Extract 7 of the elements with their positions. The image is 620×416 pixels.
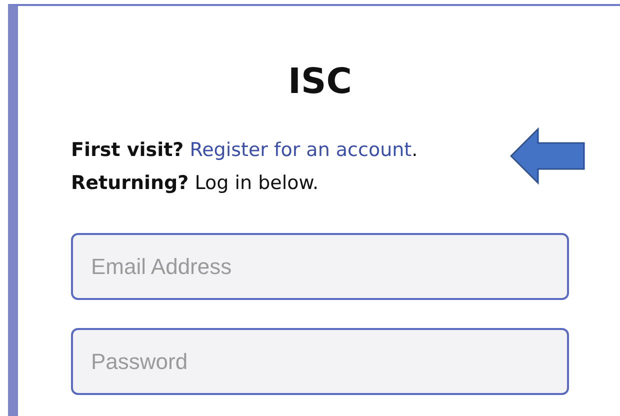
input-field[interactable]: Email Address xyxy=(71,233,569,300)
intro-sentence: Returning? Log in below. xyxy=(71,171,319,196)
left-arrow-icon xyxy=(510,127,586,185)
page-title: ISC xyxy=(287,61,353,104)
register-link[interactable]: Register for an account xyxy=(190,139,412,161)
intro-sentence: First visit? Register for an account. xyxy=(71,138,418,163)
input-field[interactable]: Password xyxy=(71,328,569,395)
